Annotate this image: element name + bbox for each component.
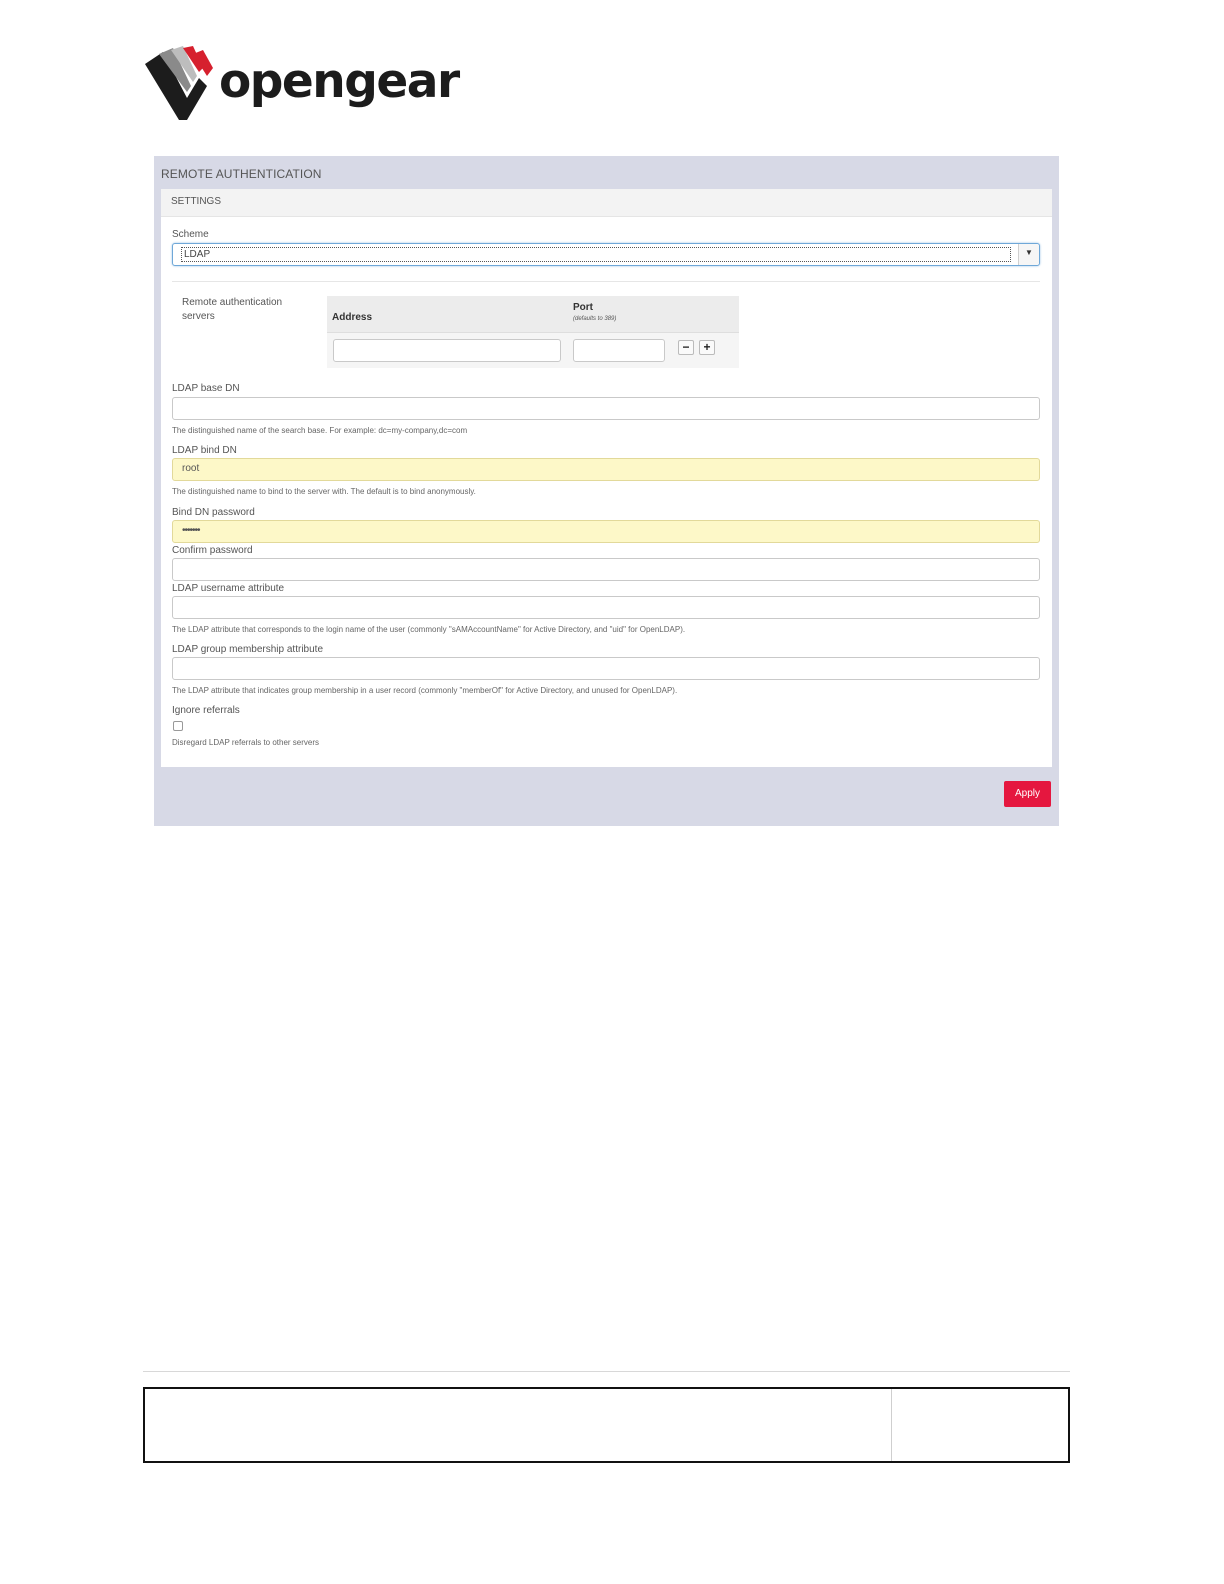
ignore-referrals-checkbox[interactable]: [173, 721, 183, 731]
bind-password-input[interactable]: •••••••: [172, 520, 1040, 543]
scheme-selected-value: LDAP: [181, 247, 1011, 262]
add-server-button[interactable]: +: [699, 340, 715, 355]
base-dn-input[interactable]: [172, 397, 1040, 420]
column-port-hint: (defaults to 389): [573, 316, 617, 322]
bind-password-value: •••••••: [182, 525, 200, 536]
group-attribute-input[interactable]: [172, 657, 1040, 680]
username-attribute-label: LDAP username attribute: [172, 583, 285, 594]
panel-title: REMOTE AUTHENTICATION: [161, 167, 322, 181]
scheme-label: Scheme: [172, 229, 209, 240]
bind-dn-value: root: [182, 463, 200, 474]
opengear-logo: opengear: [143, 46, 460, 122]
bind-dn-input[interactable]: root: [172, 458, 1040, 481]
group-attribute-help: The LDAP attribute that indicates group …: [172, 686, 678, 695]
scheme-select[interactable]: LDAP ▼: [172, 243, 1040, 266]
footer-box: [143, 1387, 1070, 1463]
column-address: Address: [332, 312, 373, 323]
footer-rule: [143, 1371, 1070, 1372]
base-dn-label: LDAP base DN: [172, 383, 240, 394]
group-attribute-label: LDAP group membership attribute: [172, 644, 324, 655]
settings-header: SETTINGS: [161, 189, 1052, 217]
username-attribute-help: The LDAP attribute that corresponds to t…: [172, 625, 686, 634]
servers-label-line2: servers: [182, 311, 215, 322]
ignore-referrals-help: Disregard LDAP referrals to other server…: [172, 738, 320, 747]
server-port-input[interactable]: [573, 339, 665, 362]
servers-label-line1: Remote authentication: [182, 297, 283, 308]
confirm-password-input[interactable]: [172, 558, 1040, 581]
base-dn-help: The distinguished name of the search bas…: [172, 426, 468, 435]
ignore-referrals-label: Ignore referrals: [172, 705, 240, 716]
apply-button[interactable]: Apply: [1004, 781, 1051, 807]
settings-card: SETTINGS Scheme LDAP ▼ Remote authentica…: [161, 189, 1052, 767]
servers-table-header: Address Port (defaults to 389): [327, 296, 739, 333]
settings-title: SETTINGS: [171, 196, 222, 207]
logo-wordmark: opengear: [219, 54, 460, 109]
confirm-password-label: Confirm password: [172, 545, 253, 556]
bind-dn-help: The distinguished name to bind to the se…: [172, 487, 476, 496]
scheme-dropdown-button[interactable]: ▼: [1018, 244, 1039, 265]
opengear-chevron-logo: [145, 46, 213, 120]
bind-dn-label: LDAP bind DN: [172, 445, 237, 456]
caret-down-icon: ▼: [1025, 248, 1033, 257]
bind-password-label: Bind DN password: [172, 507, 255, 518]
remote-authentication-panel: REMOTE AUTHENTICATION SETTINGS Scheme LD…: [154, 156, 1059, 826]
servers-table: Address Port (defaults to 389) − +: [327, 296, 739, 368]
username-attribute-input[interactable]: [172, 596, 1040, 619]
footer-divider: [891, 1389, 892, 1461]
server-address-input[interactable]: [333, 339, 561, 362]
remove-server-button[interactable]: −: [678, 340, 694, 355]
column-port: Port: [573, 302, 593, 313]
divider: [172, 281, 1040, 282]
